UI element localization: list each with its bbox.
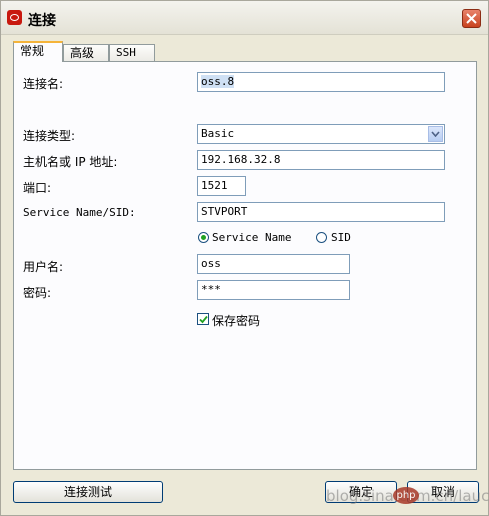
connection-type-value: Basic	[201, 127, 235, 140]
save-password-checkbox[interactable]	[197, 313, 209, 325]
tab-ssh[interactable]: SSH	[109, 44, 155, 61]
window-title: 连接	[28, 13, 56, 29]
service-name-radio[interactable]	[198, 232, 209, 243]
password-label: 密码:	[23, 286, 52, 300]
general-panel: 连接名: oss.8 连接类型: Basic 主机名或 IP 地址: 192.1…	[13, 61, 477, 470]
service-label: Service Name/SID:	[23, 206, 136, 219]
test-connection-button[interactable]: 连接测试	[13, 481, 163, 503]
host-input[interactable]: 192.168.32.8	[197, 150, 445, 170]
tab-general[interactable]: 常规	[13, 41, 63, 62]
save-password-label[interactable]: 保存密码	[212, 312, 260, 329]
host-label: 主机名或 IP 地址:	[23, 155, 118, 169]
connection-dialog: 连接 常规 高级 SSH 连接名: oss.8 连接类型: Basic 主机名或…	[0, 0, 489, 516]
port-label: 端口:	[23, 181, 52, 195]
username-input[interactable]: oss	[197, 254, 350, 274]
username-label: 用户名:	[23, 260, 64, 274]
chevron-down-icon[interactable]	[428, 126, 443, 142]
close-icon[interactable]	[462, 9, 481, 28]
php-logo: php	[393, 487, 419, 504]
port-input[interactable]: 1521	[197, 176, 246, 196]
oracle-app-icon	[7, 10, 22, 25]
connection-type-label: 连接类型:	[23, 129, 76, 143]
connection-name-input[interactable]: oss.8	[197, 72, 445, 92]
tab-advanced[interactable]: 高级	[63, 44, 109, 61]
connection-name-label: 连接名:	[23, 77, 64, 91]
password-input[interactable]: ***	[197, 280, 350, 300]
service-input[interactable]: STVPORT	[197, 202, 445, 222]
sid-radio-label[interactable]: SID	[331, 231, 351, 244]
title-bar: 连接	[1, 1, 488, 35]
sid-radio[interactable]	[316, 232, 327, 243]
service-name-radio-label[interactable]: Service Name	[212, 231, 291, 244]
connection-type-select[interactable]: Basic	[197, 124, 445, 144]
connection-name-value: oss.8	[201, 75, 235, 88]
